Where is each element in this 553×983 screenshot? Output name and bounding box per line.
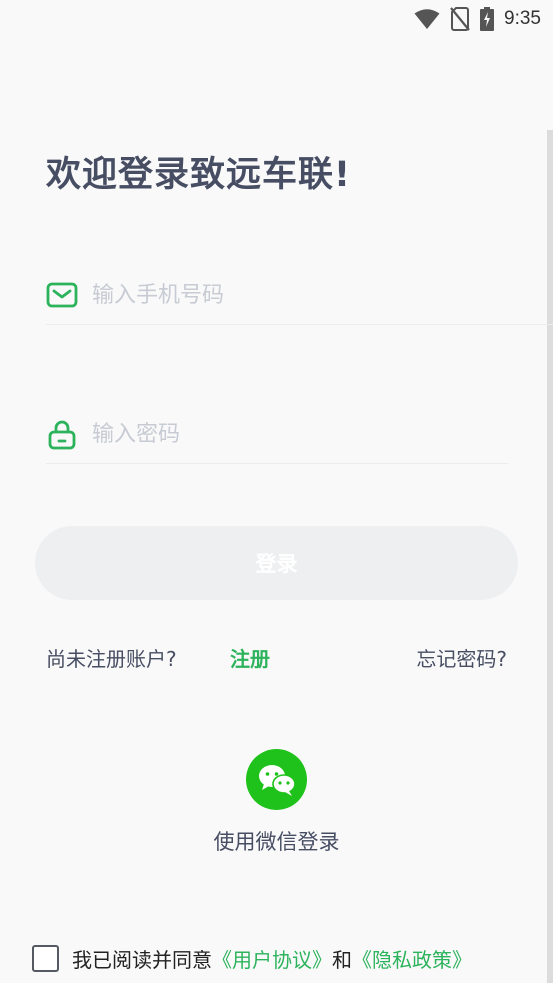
wechat-login-label: 使用微信登录: [213, 830, 340, 854]
status-icons: 9:35: [414, 6, 541, 32]
wechat-login-button[interactable]: [246, 749, 307, 810]
status-time: 9:35: [504, 8, 541, 29]
password-input[interactable]: [92, 414, 492, 454]
wifi-icon: [414, 9, 440, 29]
privacy-policy-link[interactable]: 《隐私政策》: [352, 944, 472, 973]
login-button[interactable]: 登录: [35, 526, 518, 600]
forgot-password-link[interactable]: 忘记密码?: [416, 643, 507, 672]
password-field: [46, 404, 508, 464]
agreement-and: 和: [332, 947, 352, 972]
register-link[interactable]: 注册: [230, 643, 270, 672]
status-bar: 9:35: [0, 0, 553, 40]
phone-field: [46, 265, 553, 325]
wechat-icon: [258, 764, 296, 796]
phone-input[interactable]: [92, 275, 492, 315]
envelope-icon: [46, 282, 78, 308]
agreement-row: 我已阅读并同意 《用户协议》 和 《隐私政策》: [32, 942, 472, 974]
no-account-text: 尚未注册账户?: [46, 647, 177, 671]
battery-charging-icon: [480, 7, 495, 31]
no-sim-icon: [450, 7, 470, 31]
welcome-title: 欢迎登录致远车联!: [46, 155, 351, 195]
user-agreement-link[interactable]: 《用户协议》: [212, 944, 332, 973]
agreement-checkbox[interactable]: [32, 944, 59, 972]
lock-icon: [48, 420, 76, 450]
account-links: 尚未注册账户? 注册 忘记密码?: [46, 643, 507, 673]
agreement-prefix: 我已阅读并同意: [72, 947, 212, 972]
login-screen: 9:35 欢迎登录致远车联! 登录 尚未注册账户? 注册 忘记密码?: [0, 0, 553, 983]
